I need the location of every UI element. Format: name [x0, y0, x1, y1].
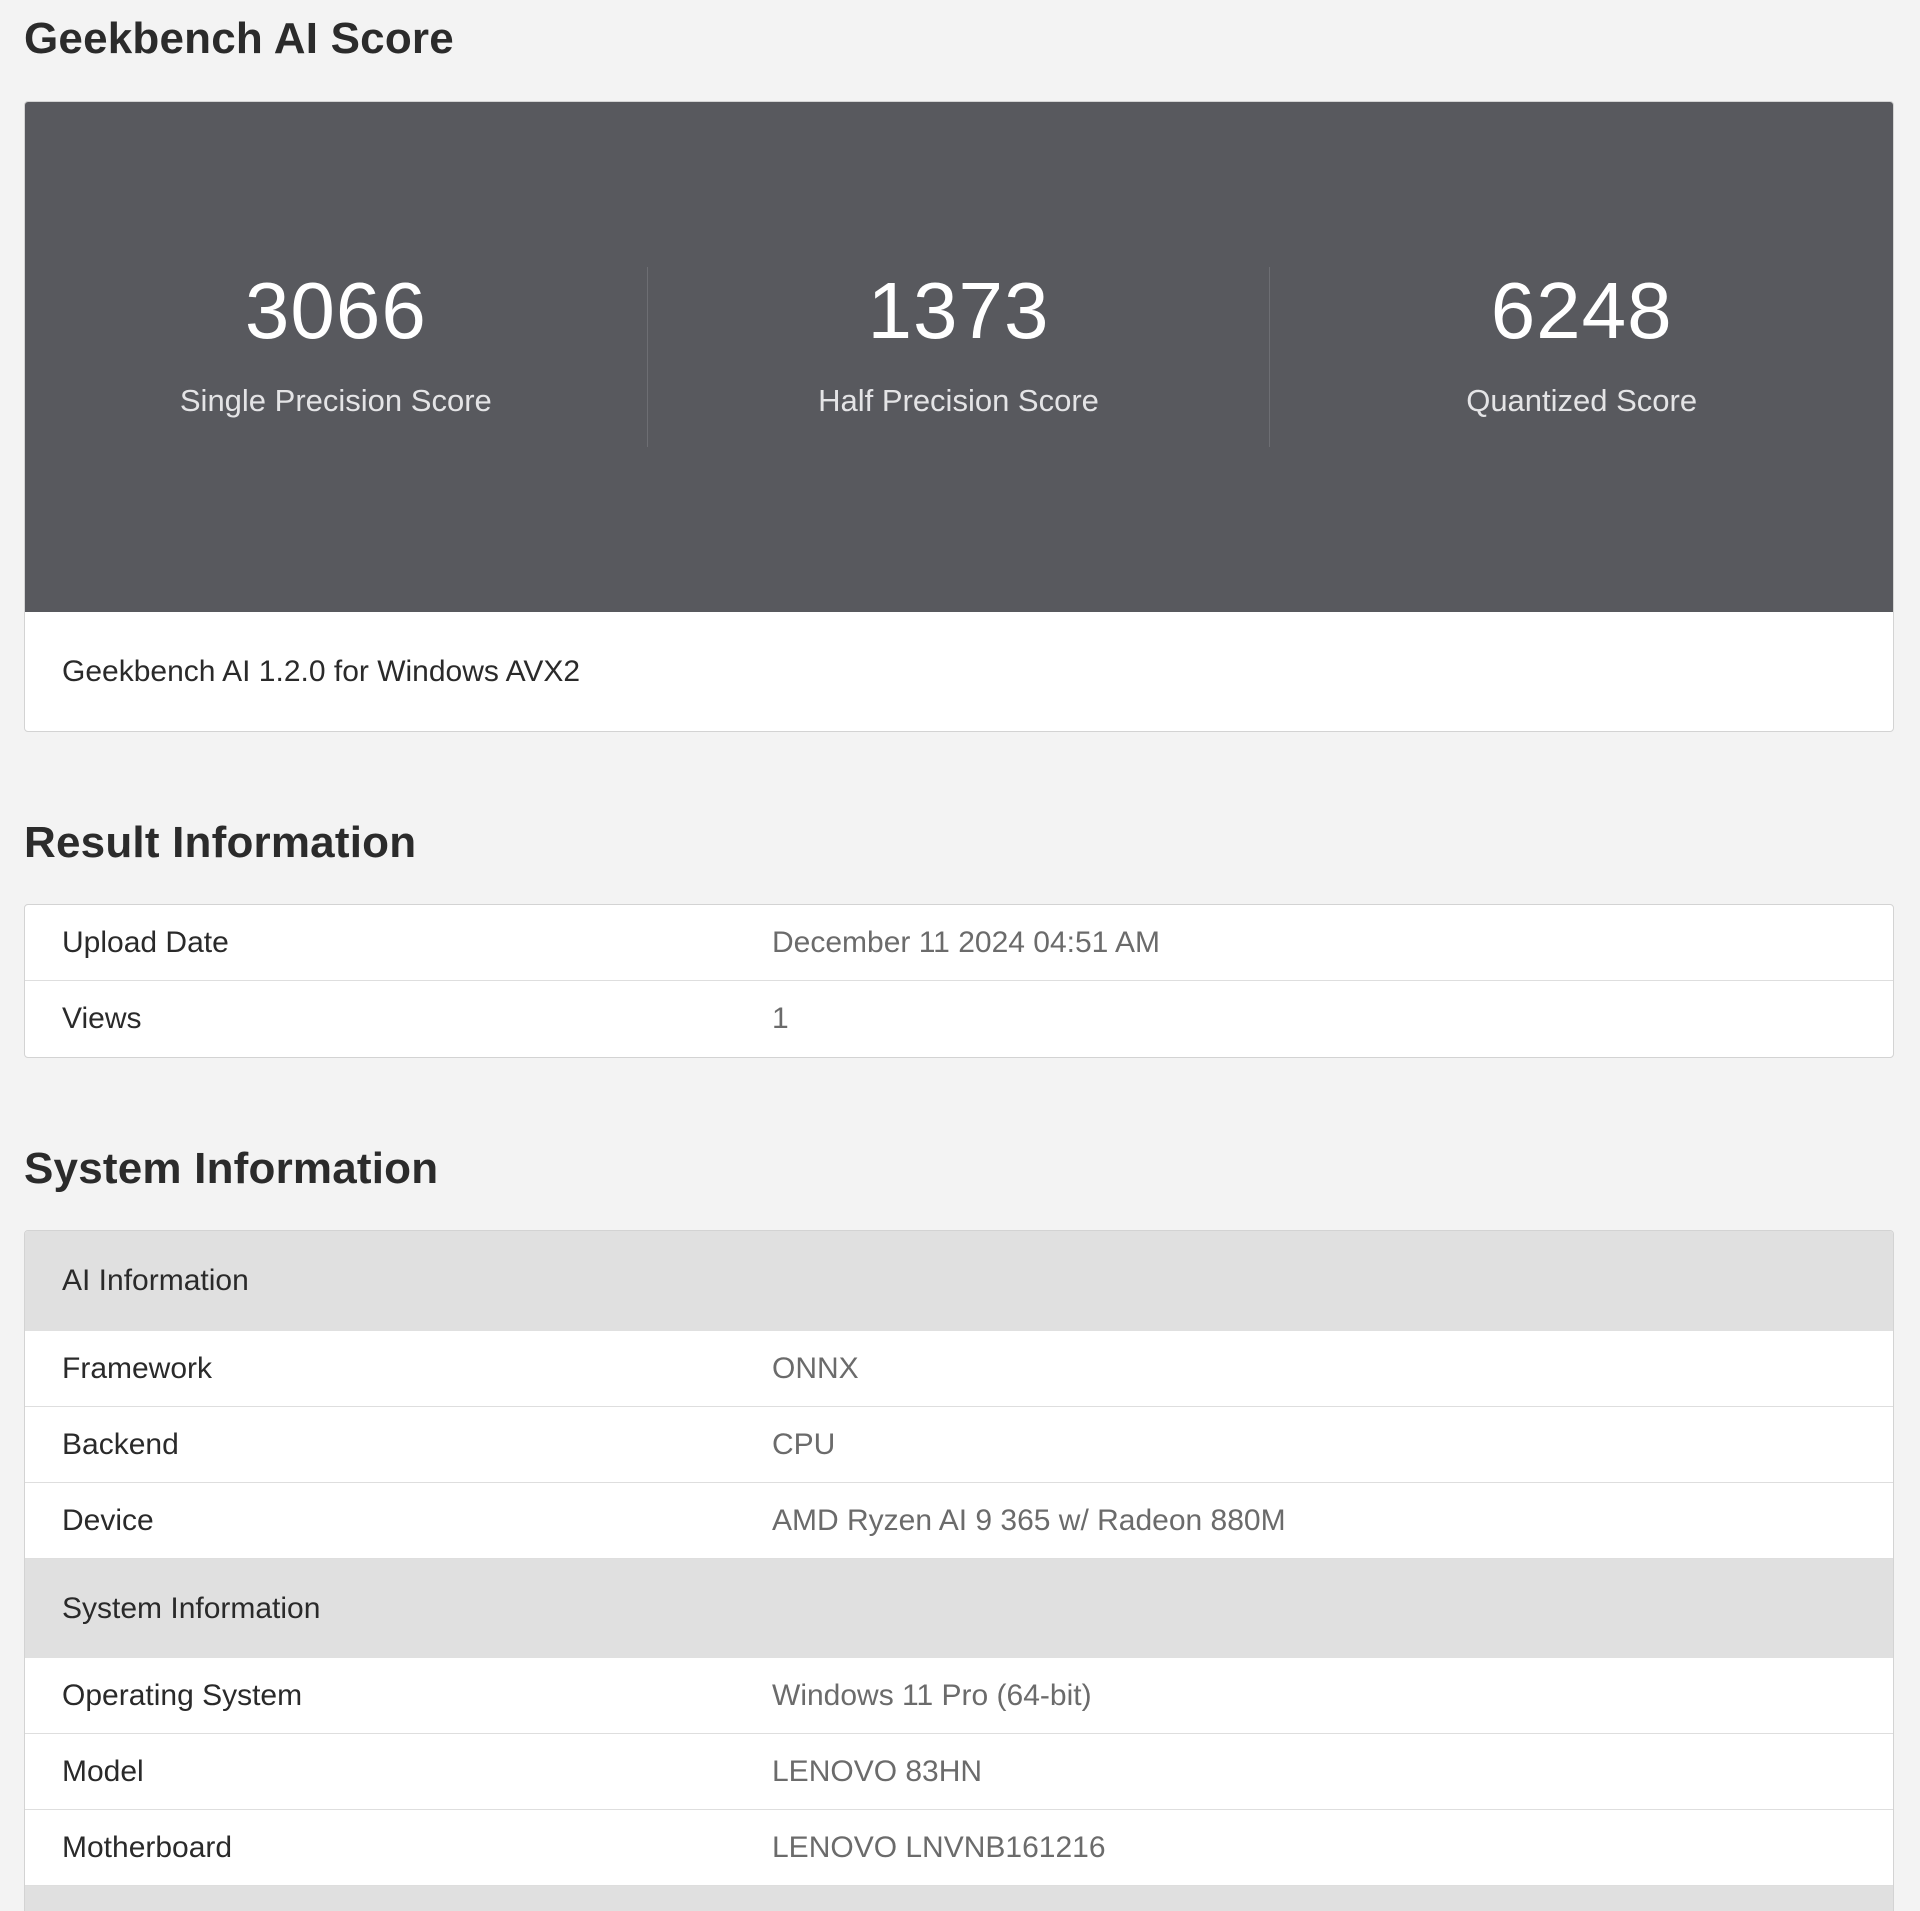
table-row: Views 1: [25, 981, 1893, 1057]
score-card: 3066 Single Precision Score 1373 Half Pr…: [24, 101, 1894, 732]
system-section-title: System Information: [24, 1144, 439, 1193]
table-row: Framework ONNX: [25, 1331, 1893, 1407]
row-value: CPU: [772, 1427, 836, 1461]
group-header-next: [25, 1886, 1893, 1911]
single-precision-score: 3066 Single Precision Score: [25, 267, 648, 447]
row-value: Windows 11 Pro (64-bit): [772, 1678, 1092, 1712]
score-label: Half Precision Score: [818, 383, 1099, 418]
quantized-score: 6248 Quantized Score: [1270, 267, 1893, 447]
row-key: Framework: [62, 1351, 213, 1385]
row-key: Backend: [62, 1427, 179, 1461]
table-row: Backend CPU: [25, 1407, 1893, 1483]
row-key: Views: [62, 1002, 142, 1035]
row-key: Motherboard: [62, 1830, 233, 1864]
result-section-title: Result Information: [24, 818, 417, 867]
row-key: Device: [62, 1503, 154, 1537]
row-key: Model: [62, 1754, 144, 1788]
table-row: Motherboard LENOVO LNVNB161216: [25, 1810, 1893, 1886]
row-value: LENOVO 83HN: [772, 1754, 983, 1788]
row-value: 1: [772, 1002, 789, 1035]
score-panel: 3066 Single Precision Score 1373 Half Pr…: [25, 102, 1893, 612]
system-info-table: AI Information Framework ONNX Backend CP…: [24, 1230, 1894, 1911]
score-label: Single Precision Score: [179, 383, 492, 418]
page: Geekbench AI Score 3066 Single Precision…: [0, 0, 1920, 1911]
row-value: December 11 2024 04:51 AM: [772, 925, 1161, 959]
row-key: Upload Date: [62, 925, 229, 959]
result-info-table: Upload Date December 11 2024 04:51 AM Vi…: [24, 904, 1894, 1058]
score-label: Quantized Score: [1466, 383, 1698, 418]
row-key: Operating System: [62, 1678, 303, 1712]
table-row: Model LENOVO 83HN: [25, 1734, 1893, 1810]
half-precision-score: 1373 Half Precision Score: [648, 267, 1271, 447]
row-value: LENOVO LNVNB161216: [772, 1830, 1106, 1864]
row-value: ONNX: [772, 1351, 859, 1385]
group-header-ai-information: AI Information: [25, 1231, 1893, 1331]
score-value: 3066: [244, 266, 427, 355]
score-section-title: Geekbench AI Score: [24, 14, 454, 63]
table-row: Upload Date December 11 2024 04:51 AM: [25, 905, 1893, 981]
score-value: 1373: [867, 266, 1050, 355]
row-value: AMD Ryzen AI 9 365 w/ Radeon 880M: [772, 1503, 1286, 1537]
table-row: Device AMD Ryzen AI 9 365 w/ Radeon 880M: [25, 1483, 1893, 1559]
group-header-system-information: System Information: [25, 1559, 1893, 1658]
score-value: 6248: [1490, 266, 1673, 355]
table-row: Operating System Windows 11 Pro (64-bit): [25, 1658, 1893, 1734]
benchmark-version: Geekbench AI 1.2.0 for Windows AVX2: [62, 655, 581, 688]
